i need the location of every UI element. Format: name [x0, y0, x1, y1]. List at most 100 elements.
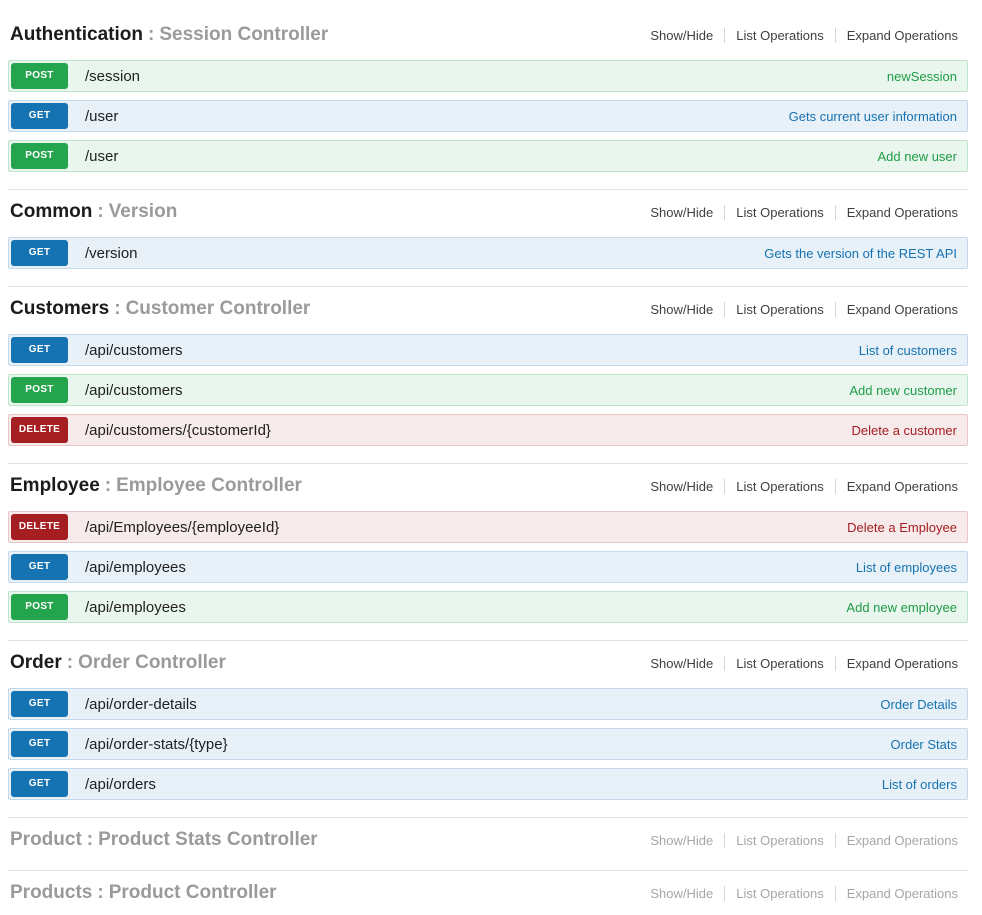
- api-resource-section: Customers:Customer Controller Show/Hide …: [8, 286, 968, 455]
- expand-operations-link[interactable]: Expand Operations: [847, 28, 958, 43]
- endpoint-path[interactable]: /api/employees: [85, 559, 186, 576]
- expand-operations-link[interactable]: Expand Operations: [847, 302, 958, 317]
- list-operations-link[interactable]: List Operations: [736, 302, 823, 317]
- ops-separator: [835, 886, 836, 901]
- endpoint-path[interactable]: /api/order-stats/{type}: [85, 736, 228, 753]
- resource-name[interactable]: Employee: [10, 475, 100, 496]
- section-header: Product:Product Stats Controller Show/Hi…: [8, 827, 968, 853]
- show-hide-link[interactable]: Show/Hide: [650, 302, 713, 317]
- controller-name: Employee Controller: [116, 475, 302, 496]
- section-title: Employee:Employee Controller: [10, 475, 302, 497]
- endpoint-path[interactable]: /api/customers: [85, 342, 183, 359]
- endpoints: GET /api/order-details Order Details GET…: [8, 688, 968, 800]
- endpoint-path[interactable]: /version: [85, 245, 138, 262]
- endpoint-path[interactable]: /api/order-details: [85, 696, 197, 713]
- http-method-badge: POST: [11, 143, 68, 169]
- api-resource-section: Employee:Employee Controller Show/Hide L…: [8, 463, 968, 632]
- endpoint-summary[interactable]: newSession: [887, 69, 957, 84]
- endpoint-path[interactable]: /user: [85, 148, 118, 165]
- resource-name[interactable]: Common: [10, 201, 92, 222]
- endpoint-summary[interactable]: Add new customer: [849, 383, 957, 398]
- endpoint-row[interactable]: POST /api/employees Add new employee: [8, 591, 968, 623]
- http-method-badge: GET: [11, 554, 68, 580]
- endpoint-path[interactable]: /api/orders: [85, 776, 156, 793]
- section-operations: Show/Hide List Operations Expand Operati…: [650, 833, 968, 848]
- endpoint-row[interactable]: GET /api/order-details Order Details: [8, 688, 968, 720]
- endpoint-summary[interactable]: List of customers: [859, 343, 957, 358]
- endpoints: GET /version Gets the version of the RES…: [8, 237, 968, 269]
- http-method-badge: POST: [11, 377, 68, 403]
- endpoint-row[interactable]: GET /version Gets the version of the RES…: [8, 237, 968, 269]
- resource-name[interactable]: Product: [10, 829, 82, 850]
- expand-operations-link[interactable]: Expand Operations: [847, 479, 958, 494]
- section-header: Authentication:Session Controller Show/H…: [8, 22, 968, 48]
- controller-name: Product Controller: [109, 882, 277, 903]
- ops-separator: [724, 479, 725, 494]
- endpoint-row[interactable]: GET /user Gets current user information: [8, 100, 968, 132]
- http-method-badge: POST: [11, 63, 68, 89]
- show-hide-link[interactable]: Show/Hide: [650, 886, 713, 901]
- controller-name: Customer Controller: [126, 298, 311, 319]
- show-hide-link[interactable]: Show/Hide: [650, 656, 713, 671]
- expand-operations-link[interactable]: Expand Operations: [847, 656, 958, 671]
- expand-operations-link[interactable]: Expand Operations: [847, 205, 958, 220]
- endpoints: POST /session newSession GET /user Gets …: [8, 60, 968, 172]
- endpoint-row[interactable]: DELETE /api/customers/{customerId} Delet…: [8, 414, 968, 446]
- endpoint-summary[interactable]: Add new user: [878, 149, 958, 164]
- heading-separator: :: [62, 652, 78, 673]
- endpoint-path[interactable]: /api/Employees/{employeeId}: [85, 519, 279, 536]
- endpoint-path[interactable]: /api/customers/{customerId}: [85, 422, 271, 439]
- endpoint-summary[interactable]: Gets the version of the REST API: [764, 246, 957, 261]
- endpoint-summary[interactable]: List of orders: [882, 777, 957, 792]
- endpoint-row[interactable]: GET /api/customers List of customers: [8, 334, 968, 366]
- endpoint-path[interactable]: /api/employees: [85, 599, 186, 616]
- swagger-api-list: Authentication:Session Controller Show/H…: [0, 0, 982, 915]
- section-title: Product:Product Stats Controller: [10, 829, 318, 851]
- section-operations: Show/Hide List Operations Expand Operati…: [650, 205, 968, 220]
- list-operations-link[interactable]: List Operations: [736, 205, 823, 220]
- resource-name[interactable]: Order: [10, 652, 62, 673]
- endpoint-path[interactable]: /session: [85, 68, 140, 85]
- controller-name: Order Controller: [78, 652, 226, 673]
- list-operations-link[interactable]: List Operations: [736, 28, 823, 43]
- list-operations-link[interactable]: List Operations: [736, 479, 823, 494]
- endpoint-summary[interactable]: Delete a Employee: [847, 520, 957, 535]
- ops-separator: [724, 28, 725, 43]
- show-hide-link[interactable]: Show/Hide: [650, 479, 713, 494]
- ops-separator: [724, 302, 725, 317]
- endpoint-summary[interactable]: Delete a customer: [852, 423, 958, 438]
- resource-name[interactable]: Products: [10, 882, 92, 903]
- heading-separator: :: [143, 24, 159, 45]
- ops-separator: [835, 656, 836, 671]
- endpoint-row[interactable]: POST /user Add new user: [8, 140, 968, 172]
- endpoint-row[interactable]: DELETE /api/Employees/{employeeId} Delet…: [8, 511, 968, 543]
- endpoint-row[interactable]: GET /api/employees List of employees: [8, 551, 968, 583]
- show-hide-link[interactable]: Show/Hide: [650, 205, 713, 220]
- list-operations-link[interactable]: List Operations: [736, 886, 823, 901]
- show-hide-link[interactable]: Show/Hide: [650, 833, 713, 848]
- expand-operations-link[interactable]: Expand Operations: [847, 833, 958, 848]
- endpoint-row[interactable]: POST /session newSession: [8, 60, 968, 92]
- endpoint-row[interactable]: POST /api/customers Add new customer: [8, 374, 968, 406]
- expand-operations-link[interactable]: Expand Operations: [847, 886, 958, 901]
- list-operations-link[interactable]: List Operations: [736, 833, 823, 848]
- http-method-badge: DELETE: [11, 417, 68, 443]
- ops-separator: [724, 886, 725, 901]
- http-method-badge: GET: [11, 731, 68, 757]
- endpoint-row[interactable]: GET /api/orders List of orders: [8, 768, 968, 800]
- endpoint-summary[interactable]: Order Stats: [891, 737, 957, 752]
- endpoint-path[interactable]: /api/customers: [85, 382, 183, 399]
- resource-name[interactable]: Customers: [10, 298, 109, 319]
- endpoint-row[interactable]: GET /api/order-stats/{type} Order Stats: [8, 728, 968, 760]
- endpoint-summary[interactable]: Order Details: [880, 697, 957, 712]
- endpoint-path[interactable]: /user: [85, 108, 118, 125]
- show-hide-link[interactable]: Show/Hide: [650, 28, 713, 43]
- endpoint-summary[interactable]: Gets current user information: [789, 109, 957, 124]
- endpoint-summary[interactable]: Add new employee: [846, 600, 957, 615]
- list-operations-link[interactable]: List Operations: [736, 656, 823, 671]
- section-header: Employee:Employee Controller Show/Hide L…: [8, 473, 968, 499]
- resource-name[interactable]: Authentication: [10, 24, 143, 45]
- section-operations: Show/Hide List Operations Expand Operati…: [650, 656, 968, 671]
- endpoint-summary[interactable]: List of employees: [856, 560, 957, 575]
- section-header: Products:Product Controller Show/Hide Li…: [8, 880, 968, 906]
